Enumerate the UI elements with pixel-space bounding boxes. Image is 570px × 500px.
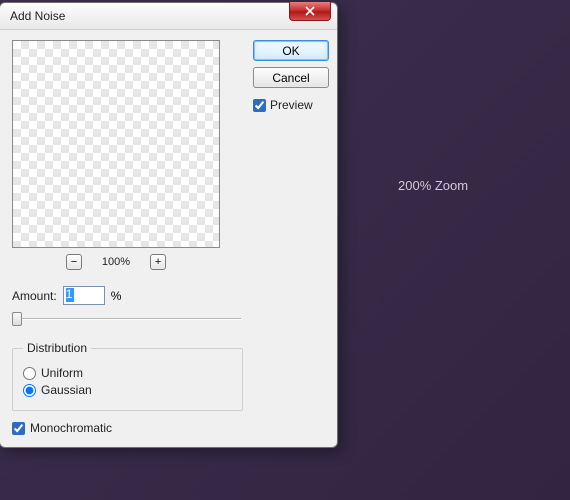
transparency-checker bbox=[13, 41, 219, 247]
amount-label: Amount: bbox=[12, 289, 57, 303]
dialog-title: Add Noise bbox=[10, 9, 65, 23]
zoom-in-button[interactable]: + bbox=[150, 254, 166, 270]
monochromatic-row[interactable]: Monochromatic bbox=[12, 421, 243, 435]
zoom-value: 100% bbox=[102, 256, 130, 268]
slider-track bbox=[14, 318, 241, 320]
monochromatic-checkbox[interactable] bbox=[12, 422, 25, 435]
monochromatic-label: Monochromatic bbox=[30, 421, 112, 435]
distribution-group: Distribution Uniform Gaussian bbox=[12, 341, 243, 411]
titlebar[interactable]: Add Noise bbox=[0, 3, 337, 30]
add-noise-dialog: Add Noise − 100% + Amount: 1 % bbox=[0, 2, 338, 448]
uniform-radio-row[interactable]: Uniform bbox=[23, 366, 232, 380]
plus-icon: + bbox=[155, 256, 161, 268]
canvas-zoom-label: 200% Zoom bbox=[398, 178, 468, 193]
minus-icon: − bbox=[71, 256, 77, 268]
gaussian-label: Gaussian bbox=[41, 383, 92, 397]
preview-checkbox-label: Preview bbox=[270, 98, 313, 112]
zoom-out-button[interactable]: − bbox=[66, 254, 82, 270]
amount-slider[interactable] bbox=[12, 311, 243, 327]
amount-unit: % bbox=[111, 289, 122, 303]
slider-thumb[interactable] bbox=[12, 312, 22, 326]
uniform-radio[interactable] bbox=[23, 367, 36, 380]
text-selection-value: 1 bbox=[66, 287, 73, 301]
uniform-label: Uniform bbox=[41, 366, 83, 380]
distribution-legend: Distribution bbox=[23, 341, 91, 355]
gaussian-radio[interactable] bbox=[23, 384, 36, 397]
ok-button[interactable]: OK bbox=[253, 40, 329, 61]
preview-area bbox=[12, 40, 220, 248]
close-button[interactable] bbox=[289, 2, 331, 21]
close-icon bbox=[305, 6, 315, 16]
gaussian-radio-row[interactable]: Gaussian bbox=[23, 383, 232, 397]
preview-checkbox-row[interactable]: Preview bbox=[253, 98, 325, 112]
preview-checkbox[interactable] bbox=[253, 99, 266, 112]
cancel-button[interactable]: Cancel bbox=[253, 67, 329, 88]
